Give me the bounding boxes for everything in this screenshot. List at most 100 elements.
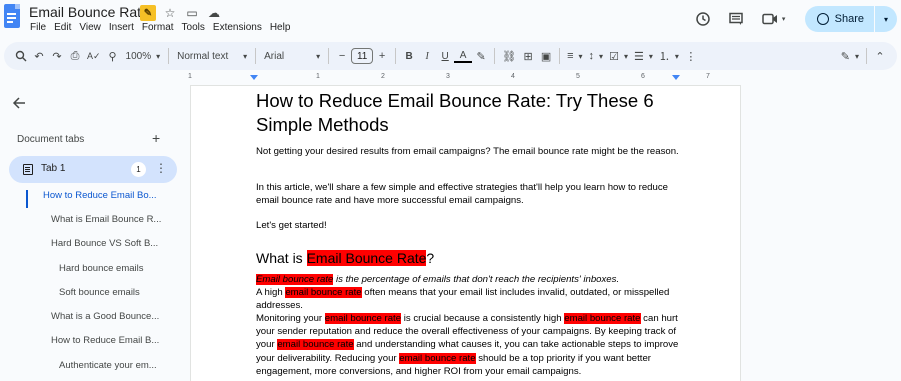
ruler-number: 1 <box>316 73 320 80</box>
docs-logo-icon[interactable] <box>4 4 20 28</box>
redo-icon[interactable]: ↷ <box>48 46 66 66</box>
highlighted-text: email bounce rate <box>399 352 476 364</box>
paint-format-icon[interactable]: ⚲ <box>104 46 122 66</box>
heading-text: ? <box>426 250 435 266</box>
tab-options-icon[interactable]: ⋮ <box>155 161 167 175</box>
align-icon[interactable]: ≡ <box>564 46 585 66</box>
section-heading[interactable]: What is Email Bounce Rate? <box>256 249 434 267</box>
menu-format[interactable]: Format <box>138 22 178 33</box>
search-menus-icon[interactable] <box>12 46 30 66</box>
highlighted-text: email bounce rate <box>324 313 402 324</box>
ruler-number: 4 <box>511 73 515 80</box>
left-indent-marker[interactable] <box>250 75 258 80</box>
underline-icon[interactable]: U <box>436 46 454 66</box>
hide-menus-icon[interactable]: ⌃ <box>871 46 889 66</box>
spellcheck-icon[interactable]: A✓ <box>84 46 104 66</box>
menu-bar: File Edit View Insert Format Tools Exten… <box>29 22 294 33</box>
definition-text: is the percentage of emails that don't r… <box>333 274 620 285</box>
zoom-select[interactable]: 100% <box>122 46 165 66</box>
highlighted-text: Email Bounce Rate <box>306 250 427 266</box>
document-tabs-heading: Document tabs <box>17 134 85 145</box>
menu-help[interactable]: Help <box>266 22 295 33</box>
outline-item[interactable]: Hard Bounce VS Soft B... <box>51 238 158 249</box>
body-text: A high <box>256 287 286 299</box>
outline-item[interactable]: What is a Good Bounce... <box>51 311 159 322</box>
highlighted-text: email bounce rate <box>564 313 641 324</box>
title-bar: Email Bounce Rate ✎ ☆ ▭ ☁ File Edit View… <box>0 0 901 42</box>
share-label: Share <box>834 13 864 25</box>
bold-icon[interactable]: B <box>400 46 418 66</box>
paragraph[interactable]: Monitoring your email bounce rate is cru… <box>256 312 686 378</box>
outline-item[interactable]: How to Reduce Email Bo... <box>43 190 157 201</box>
print-icon[interactable]: ⎙ <box>66 46 84 66</box>
document-tab-icon <box>23 164 33 175</box>
text-color-icon[interactable]: A <box>454 49 473 63</box>
star-icon[interactable]: ☆ <box>162 5 178 21</box>
outline-item[interactable]: What is Email Bounce R... <box>51 214 161 225</box>
highlight-color-icon[interactable]: ✎ <box>472 46 490 66</box>
paragraph[interactable]: In this article, we'll share a few simpl… <box>256 181 686 207</box>
menu-view[interactable]: View <box>75 22 105 33</box>
add-tab-icon[interactable]: + <box>152 130 160 146</box>
menu-edit[interactable]: Edit <box>50 22 75 33</box>
more-options-icon[interactable]: ⋮ <box>682 46 700 66</box>
highlighted-text: Email bounce rate <box>256 274 334 285</box>
share-button[interactable]: Share <box>804 6 874 32</box>
meet-icon[interactable]: ▾ <box>757 7 791 31</box>
document-canvas: How to Reduce Email Bounce Rate: Try The… <box>190 86 901 381</box>
tab-1-count-badge: 1 <box>131 162 146 177</box>
version-history-icon[interactable] <box>691 7 715 31</box>
formatting-toolbar: ↶ ↷ ⎙ A✓ ⚲ 100% Normal text Arial − 11 +… <box>4 42 897 70</box>
insert-link-icon[interactable]: ⛓ <box>499 46 519 66</box>
menu-insert[interactable]: Insert <box>105 22 138 33</box>
body-text: is crucial because a consistently high <box>401 313 565 324</box>
right-indent-marker[interactable] <box>672 75 680 80</box>
heading-text: What is <box>256 250 307 266</box>
share-options-button[interactable]: ▾ <box>875 6 897 32</box>
comments-icon[interactable] <box>724 7 748 31</box>
back-arrow-icon[interactable] <box>12 96 26 114</box>
italic-icon[interactable]: I <box>418 46 436 66</box>
paragraph[interactable]: Not getting your desired results from em… <box>256 145 686 158</box>
menu-extensions[interactable]: Extensions <box>209 22 266 33</box>
doc-badge-icon[interactable]: ✎ <box>140 5 156 21</box>
menu-tools[interactable]: Tools <box>178 22 209 33</box>
outline-item[interactable]: How to Reduce Email B... <box>51 335 159 346</box>
font-family-select[interactable]: Arial <box>260 46 324 66</box>
paragraph-style-select[interactable]: Normal text <box>173 46 251 66</box>
editing-mode-icon[interactable]: ✎ <box>838 46 862 66</box>
globe-icon <box>816 13 829 25</box>
undo-icon[interactable]: ↶ <box>30 46 48 66</box>
document-title[interactable]: Email Bounce Rate <box>29 4 149 20</box>
paragraph[interactable]: Email bounce rate is the percentage of e… <box>256 273 686 313</box>
highlighted-text: email bounce rate <box>277 339 354 351</box>
body-text: Monitoring your <box>256 313 325 324</box>
tab-1-label: Tab 1 <box>41 163 66 174</box>
tab-1[interactable]: Tab 1 1 ⋮ <box>9 156 177 183</box>
document-page[interactable]: How to Reduce Email Bounce Rate: Try The… <box>190 86 741 381</box>
checklist-icon[interactable]: ☑ <box>606 46 631 66</box>
outline-item[interactable]: Soft bounce emails <box>59 287 140 298</box>
ruler-number: 3 <box>446 73 450 80</box>
bulleted-list-icon[interactable]: ☰ <box>631 46 656 66</box>
paragraph[interactable]: Let's get started! <box>256 219 686 232</box>
menu-file[interactable]: File <box>29 22 50 33</box>
outline-item[interactable]: Hard bounce emails <box>59 263 144 274</box>
document-title-heading[interactable]: How to Reduce Email Bounce Rate: Try The… <box>256 89 681 137</box>
ruler-number: 2 <box>381 73 385 80</box>
move-folder-icon[interactable]: ▭ <box>184 5 200 21</box>
font-size-input[interactable]: 11 <box>351 48 374 64</box>
numbered-list-icon[interactable]: ⒈ <box>656 46 682 66</box>
add-comment-icon[interactable]: ⊞ <box>519 46 537 66</box>
decrease-font-size-button[interactable]: − <box>333 46 351 66</box>
insert-image-icon[interactable]: ▣ <box>537 46 555 66</box>
highlighted-text: email bounce rate <box>285 287 362 299</box>
ruler[interactable]: 1 1 2 3 4 5 6 7 <box>188 72 741 86</box>
ruler-number: 5 <box>576 73 580 80</box>
line-spacing-icon[interactable]: ↕ <box>586 46 607 66</box>
ruler-number: 6 <box>641 73 645 80</box>
outline-item[interactable]: Authenticate your em... <box>59 360 157 371</box>
increase-font-size-button[interactable]: + <box>373 46 391 66</box>
cloud-saved-icon[interactable]: ☁ <box>206 5 222 21</box>
active-outline-indicator <box>26 190 28 208</box>
